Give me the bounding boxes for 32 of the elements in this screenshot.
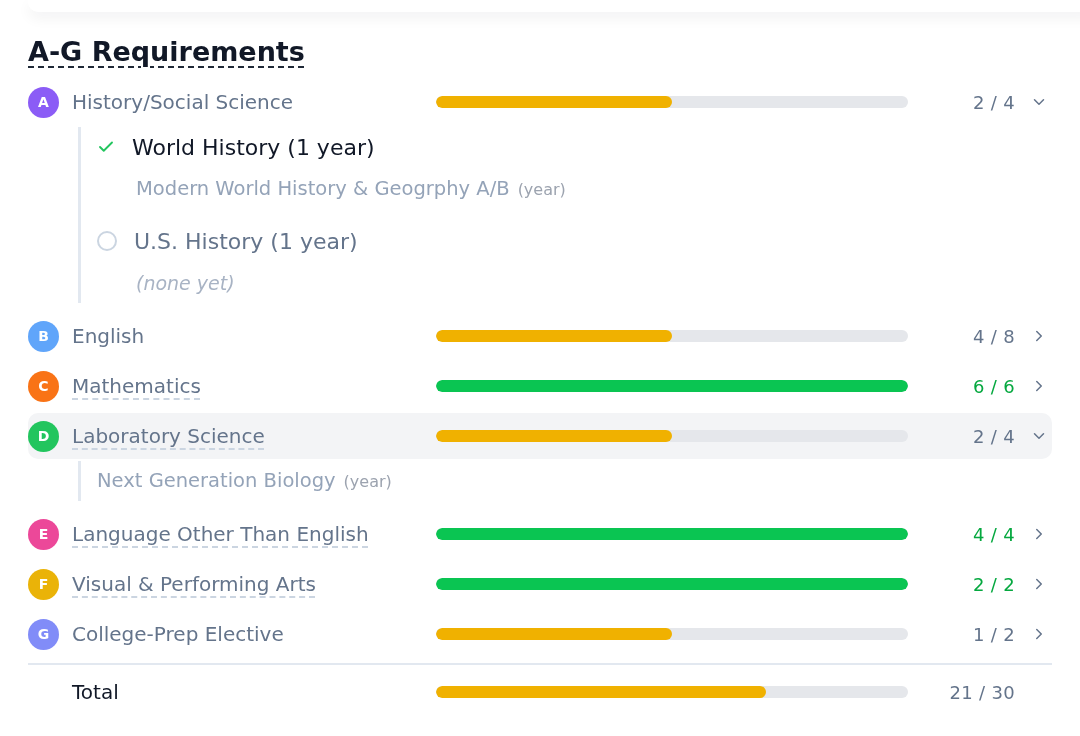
progress-count: 2 / 2: [973, 573, 1015, 595]
category-label: Laboratory Science: [72, 423, 265, 449]
course-term: (year): [517, 179, 566, 201]
category-label: English: [72, 323, 145, 349]
empty-note: (none yet): [136, 271, 235, 296]
progress-count: 4 / 8: [973, 325, 1015, 347]
total-label: Total: [72, 679, 119, 705]
course-name: Next Generation Biology: [97, 468, 336, 494]
letter-badge: C: [28, 370, 59, 402]
course-term: (year): [343, 471, 392, 493]
category-label: History/Social Science: [72, 89, 294, 115]
letter-badge: B: [28, 320, 59, 352]
letter-badge: A: [28, 86, 59, 118]
letter-badge: G: [28, 618, 59, 650]
progress-count: 1 / 2: [973, 623, 1015, 645]
category-row[interactable]: D Laboratory Science 2 / 4: [28, 413, 1052, 459]
progress-count: 2 / 4: [973, 425, 1015, 447]
requirement-label: World History (1 year): [132, 134, 375, 160]
category-label: Mathematics: [72, 373, 201, 399]
requirement-label: U.S. History (1 year): [134, 228, 358, 254]
letter-badge: F: [28, 568, 59, 600]
letter-badge: E: [28, 518, 59, 550]
category-label: College-Prep Elective: [72, 621, 284, 647]
category-label: Language Other Than English: [72, 521, 369, 547]
total-count: 21 / 30: [949, 681, 1015, 703]
progress-count: 6 / 6: [973, 375, 1015, 397]
progress-count: 4 / 4: [973, 523, 1015, 545]
section-title: A-G Requirements: [28, 35, 305, 69]
category-label: Visual & Performing Arts: [72, 571, 316, 597]
progress-count: 2 / 4: [973, 91, 1015, 113]
letter-badge: D: [28, 420, 59, 452]
course-name: Modern World History & Geogrphy A/B: [136, 176, 510, 202]
